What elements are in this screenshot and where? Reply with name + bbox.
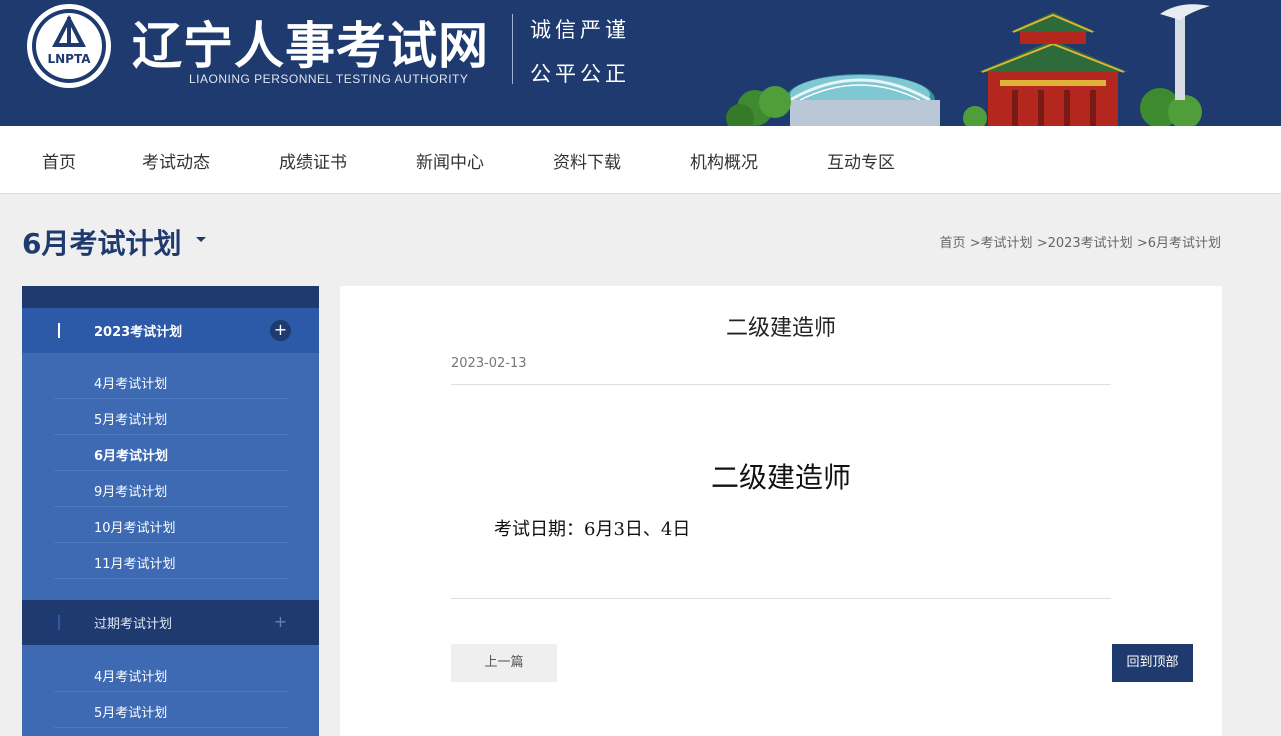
breadcrumb-exam-plan[interactable]: >考试计划 bbox=[970, 236, 1033, 251]
sidebar-group-label: 过期考试计划 bbox=[94, 617, 173, 632]
page-title[interactable]: 6月考试计划 bbox=[22, 222, 181, 262]
nav-item-scores[interactable]: 成绩证书 bbox=[279, 148, 347, 173]
sidebar-item-label: 11月考试计划 bbox=[94, 557, 176, 572]
divider bbox=[451, 384, 1111, 385]
site-title[interactable]: 辽宁人事考试网 bbox=[132, 6, 489, 78]
group-marker bbox=[58, 323, 60, 338]
back-to-top-button[interactable]: 回到顶部 bbox=[1112, 644, 1193, 682]
sidebar-item-label: 10月考试计划 bbox=[94, 521, 176, 536]
motto-line-2: 公平公正 bbox=[530, 62, 630, 86]
logo-label: LNPTA bbox=[47, 52, 91, 66]
sidebar-item-apr[interactable]: 4月考试计划 bbox=[54, 363, 288, 399]
article-date: 2023-02-13 bbox=[451, 356, 527, 371]
sidebar-item-sep[interactable]: 9月考试计划 bbox=[54, 471, 288, 507]
sidebar-item-label: 6月考试计划 bbox=[94, 449, 169, 464]
article-body-text: 考试日期：6月3日、4日 bbox=[494, 519, 691, 540]
divider bbox=[451, 598, 1111, 599]
sidebar: 2023考试计划 + 4月考试计划 5月考试计划 6月考试计划 9月考试计划 1… bbox=[22, 286, 319, 736]
main-nav: 首页 考试动态 成绩证书 新闻中心 资料下载 机构概况 互动专区 bbox=[0, 126, 1281, 194]
header-divider bbox=[512, 14, 513, 84]
sidebar-group-expired[interactable]: 过期考试计划 + bbox=[22, 600, 319, 645]
sidebar-item-label: 5月考试计划 bbox=[94, 706, 168, 721]
article-title: 二级建造师 bbox=[725, 316, 836, 341]
article-panel: 二级建造师 2023-02-13 二级建造师 考试日期：6月3日、4日 上一篇 … bbox=[340, 286, 1222, 736]
group-marker bbox=[58, 615, 60, 630]
motto-line-1: 诚信严谨 bbox=[530, 18, 630, 42]
breadcrumb-2023-plan[interactable]: >2023考试计划 bbox=[1037, 236, 1133, 251]
sidebar-item-oct[interactable]: 10月考试计划 bbox=[54, 507, 288, 543]
sidebar-item-label: 5月考试计划 bbox=[94, 413, 168, 428]
sidebar-item-label: 4月考试计划 bbox=[94, 377, 168, 392]
nav-item-interactive[interactable]: 互动专区 bbox=[827, 148, 895, 173]
site-subtitle: LIAONING PERSONNEL TESTING AUTHORITY bbox=[189, 72, 469, 86]
sidebar-item-expired-apr[interactable]: 4月考试计划 bbox=[54, 656, 288, 692]
sidebar-item-may[interactable]: 5月考试计划 bbox=[54, 399, 288, 435]
nav-item-about[interactable]: 机构概况 bbox=[690, 148, 758, 173]
sidebar-top-bar bbox=[22, 286, 319, 308]
site-header: LNPTA 辽宁人事考试网 LIAONING PERSONNEL TESTING… bbox=[0, 0, 1281, 126]
landmark-illustration bbox=[726, 4, 1210, 126]
previous-article-button[interactable]: 上一篇 bbox=[451, 644, 557, 682]
sidebar-group-label: 2023考试计划 bbox=[94, 325, 183, 340]
sidebar-item-expired-may[interactable]: 5月考试计划 bbox=[54, 692, 288, 728]
nav-item-exam-news[interactable]: 考试动态 bbox=[142, 148, 210, 173]
sidebar-item-label: 9月考试计划 bbox=[94, 485, 168, 500]
nav-item-news[interactable]: 新闻中心 bbox=[416, 148, 484, 173]
sidebar-group-2023[interactable]: 2023考试计划 + bbox=[22, 308, 319, 353]
expand-plus-icon[interactable]: + bbox=[270, 612, 291, 633]
article-body-title: 二级建造师 bbox=[710, 461, 851, 494]
lnpta-logo-icon[interactable] bbox=[26, 3, 112, 89]
nav-item-home[interactable]: 首页 bbox=[42, 148, 76, 173]
breadcrumb-home[interactable]: 首页 bbox=[940, 236, 966, 251]
sidebar-item-jun[interactable]: 6月考试计划 bbox=[54, 435, 288, 471]
sidebar-item-label: 4月考试计划 bbox=[94, 670, 168, 685]
nav-item-downloads[interactable]: 资料下载 bbox=[553, 148, 621, 173]
expand-plus-icon[interactable]: + bbox=[270, 320, 291, 341]
sidebar-item-nov[interactable]: 11月考试计划 bbox=[54, 543, 288, 579]
breadcrumb: 首页 >考试计划 >2023考试计划 >6月考试计划 bbox=[940, 232, 1222, 251]
chevron-down-icon[interactable] bbox=[196, 237, 206, 242]
breadcrumb-current[interactable]: >6月考试计划 bbox=[1137, 236, 1221, 251]
